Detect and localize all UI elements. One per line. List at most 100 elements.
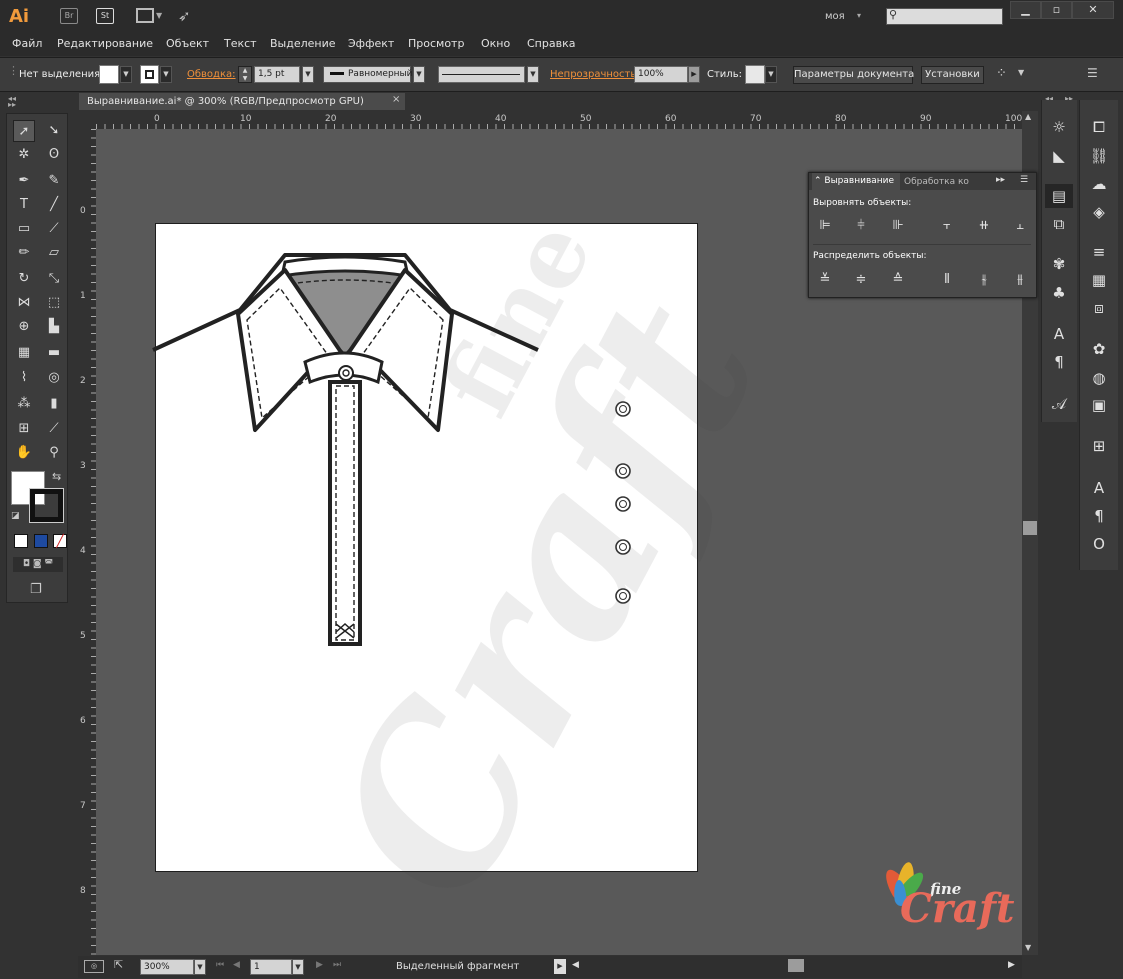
- stroke-weight-dropdown[interactable]: ▼: [302, 66, 314, 83]
- workspace-switcher[interactable]: моя: [825, 11, 845, 22]
- scroll-up-icon[interactable]: ▲: [1025, 112, 1031, 121]
- rectangle-tool-icon[interactable]: ▭: [13, 218, 35, 240]
- links-icon[interactable]: ⛓: [1085, 144, 1113, 168]
- eraser-tool-icon[interactable]: ▱: [43, 242, 65, 264]
- stroke-dropdown[interactable]: ▼: [160, 66, 172, 83]
- swatches-icon[interactable]: ▦: [1085, 268, 1113, 292]
- distribute-vcenter-icon[interactable]: ≑: [852, 272, 870, 288]
- arrange-icon[interactable]: ⁘: [996, 66, 1007, 81]
- column-graph-tool-icon[interactable]: ▮: [43, 393, 65, 415]
- next-artboard-icon[interactable]: ▶: [316, 960, 323, 970]
- zoom-field[interactable]: 300%: [140, 959, 194, 975]
- status-info[interactable]: Выделенный фрагмент: [396, 961, 519, 972]
- cc-libraries-icon[interactable]: ☁: [1085, 172, 1113, 196]
- bridge-button[interactable]: Br: [60, 8, 78, 24]
- panel-menu-icon[interactable]: ☰: [1020, 175, 1028, 185]
- stroke-color-box[interactable]: [29, 488, 64, 523]
- draw-modes-icon[interactable]: ◘ ◙ ◚: [13, 557, 63, 572]
- status-menu-arrow[interactable]: ▶: [554, 959, 566, 974]
- opacity-arrow[interactable]: ▶: [688, 66, 700, 83]
- fill-swatch[interactable]: [99, 65, 119, 84]
- distribute-left-icon[interactable]: ⫴: [938, 272, 956, 288]
- asset-export-icon[interactable]: ⧈: [1085, 296, 1113, 320]
- distribute-hcenter-icon[interactable]: ⫳: [975, 272, 993, 288]
- last-artboard-icon[interactable]: ⏭: [333, 960, 341, 970]
- rotate-tool-icon[interactable]: ↻: [13, 268, 35, 290]
- align-hcenter-icon[interactable]: ⫩: [852, 218, 870, 234]
- blend-tool-icon[interactable]: ◎: [43, 367, 65, 389]
- first-artboard-icon[interactable]: ⏮: [216, 960, 224, 970]
- close-tab-icon[interactable]: ×: [392, 94, 400, 105]
- chart-tool-icon[interactable]: ▙: [43, 316, 65, 338]
- close-button[interactable]: ✕: [1072, 1, 1114, 19]
- screen-mode-icon[interactable]: ❐: [30, 582, 42, 597]
- tab-align[interactable]: ⌃ Выравнивание: [812, 173, 900, 190]
- stroke-weight-field[interactable]: 1,5 pt: [254, 66, 300, 83]
- brushes-icon[interactable]: ✾: [1045, 252, 1073, 276]
- menu-effect[interactable]: Эффект: [348, 37, 394, 50]
- lasso-tool-icon[interactable]: ʘ: [43, 144, 65, 166]
- button-objects[interactable]: [612, 398, 634, 608]
- gradient-tool-icon[interactable]: ▬: [43, 342, 65, 364]
- fill-dropdown[interactable]: ▼: [120, 66, 132, 83]
- chevron-down-icon[interactable]: ▼: [1018, 68, 1024, 77]
- character-styles-icon[interactable]: A: [1045, 322, 1073, 346]
- width-tool-icon[interactable]: ⋈: [13, 292, 35, 314]
- paragraph-styles-icon[interactable]: ¶: [1045, 350, 1073, 374]
- arrange-documents-icon[interactable]: [136, 8, 154, 23]
- type-tool-icon[interactable]: T: [13, 194, 35, 216]
- artboards-icon[interactable]: ⧠: [1085, 115, 1113, 139]
- document-setup-button[interactable]: Параметры документа: [793, 66, 914, 84]
- line-tool-icon[interactable]: ╱: [43, 194, 65, 216]
- horizontal-scroll-thumb[interactable]: [788, 959, 804, 972]
- brush-definition[interactable]: [438, 66, 525, 83]
- transform-icon[interactable]: ⊞: [1085, 434, 1113, 458]
- eyedropper-tool-icon[interactable]: ⌇: [13, 367, 35, 389]
- hand-tool-icon[interactable]: ✋: [13, 442, 35, 464]
- share-icon[interactable]: ⇱: [114, 958, 123, 971]
- align-left-icon[interactable]: ⊫: [816, 218, 834, 234]
- free-transform-tool-icon[interactable]: ⬚: [43, 292, 65, 314]
- stock-button[interactable]: St: [96, 8, 114, 24]
- none-mode-icon[interactable]: ╱: [53, 534, 67, 548]
- stroke-label[interactable]: Обводка:: [187, 69, 236, 80]
- gpu-rocket-icon[interactable]: ➶: [178, 7, 191, 25]
- paintbrush-tool-icon[interactable]: ⟋: [43, 218, 65, 240]
- profile-dropdown[interactable]: ▼: [413, 66, 425, 83]
- style-dropdown[interactable]: ▼: [765, 66, 777, 83]
- symbols-icon[interactable]: ♣: [1045, 281, 1073, 305]
- pathfinder-icon[interactable]: ⧉: [1045, 212, 1073, 236]
- style-swatch[interactable]: [745, 65, 765, 84]
- pen-tool-icon[interactable]: ✒: [13, 170, 35, 192]
- stroke-swatch[interactable]: [140, 65, 159, 84]
- scroll-right-icon[interactable]: ▶: [1008, 960, 1015, 970]
- mesh-tool-icon[interactable]: ▦: [13, 342, 35, 364]
- symbol-sprayer-tool-icon[interactable]: ⁂: [13, 393, 35, 415]
- artboard-tool-icon[interactable]: ⊞: [13, 418, 35, 440]
- menu-type[interactable]: Текст: [224, 37, 257, 50]
- maximize-button[interactable]: ▫: [1041, 1, 1072, 19]
- zoom-dropdown[interactable]: ▼: [194, 959, 206, 975]
- default-colors-icon[interactable]: ◪: [11, 511, 20, 521]
- tab-pathfinder[interactable]: Обработка ко: [904, 174, 969, 191]
- glyphs-icon[interactable]: 𝒜: [1045, 392, 1073, 416]
- swap-colors-icon[interactable]: ⇆: [52, 470, 61, 483]
- magic-wand-tool-icon[interactable]: ✲: [13, 144, 35, 166]
- selection-tool-icon[interactable]: ➚: [13, 120, 35, 142]
- shape-builder-tool-icon[interactable]: ⊕: [13, 316, 35, 338]
- artboard-dropdown[interactable]: ▼: [292, 959, 304, 975]
- status-icon[interactable]: ◎: [84, 960, 104, 973]
- slice-tool-icon[interactable]: ⟋: [43, 418, 65, 440]
- vertical-scroll-thumb[interactable]: [1023, 521, 1037, 535]
- gradient-panel-icon[interactable]: ▣: [1085, 393, 1113, 417]
- menu-view[interactable]: Просмотр: [408, 37, 464, 50]
- scale-tool-icon[interactable]: ⤡: [43, 268, 65, 290]
- zoom-tool-icon[interactable]: ⚲: [43, 442, 65, 464]
- distribute-bottom-icon[interactable]: ≙: [889, 272, 907, 288]
- color-mode-icon[interactable]: [14, 534, 28, 548]
- pencil-tool-icon[interactable]: ✏: [13, 242, 35, 264]
- scroll-left-icon[interactable]: ◀: [572, 960, 579, 970]
- stroke-panel-icon[interactable]: ≡: [1085, 240, 1113, 264]
- align-vcenter-icon[interactable]: ⧺: [975, 218, 993, 234]
- transparency-icon[interactable]: ◣: [1045, 144, 1073, 168]
